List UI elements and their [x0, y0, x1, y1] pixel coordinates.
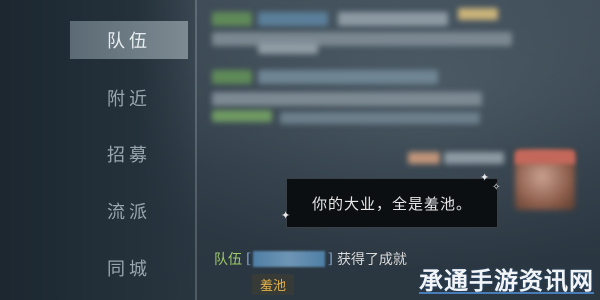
- chat-screen: 队伍 附近 招募 流派 同城 你的大业，全是羞池。 ✦ ✦ 队伍 [ ] 获得了…: [0, 0, 600, 300]
- chat-message-blurred: [444, 152, 504, 164]
- avatar-frame: [515, 150, 575, 164]
- bubble-corner-icon: ✦: [480, 171, 490, 184]
- sparkle-icon: ✧: [492, 182, 501, 193]
- chat-message-blurred: [212, 92, 482, 106]
- sidebar-divider: [195, 0, 197, 300]
- sidebar-item-team[interactable]: 队伍: [70, 21, 188, 59]
- chat-message-blurred: [280, 112, 480, 124]
- chat-message-blurred: [212, 110, 272, 122]
- channel-tag: 队伍: [214, 252, 242, 268]
- sidebar-item-faction[interactable]: 流派: [70, 192, 188, 230]
- chat-channel-sidebar: 队伍 附近 招募 流派 同城: [0, 0, 195, 300]
- chat-message-blurred: [458, 8, 498, 20]
- chat-bubble: 你的大业，全是羞池。: [286, 178, 498, 228]
- chat-message-blurred: [258, 70, 438, 84]
- chat-message-blurred: [338, 12, 448, 26]
- chat-message-blurred: [212, 12, 252, 26]
- system-message: 队伍 [ ] 获得了成就: [214, 248, 407, 270]
- chat-bubble-text: 你的大业，全是羞池。: [311, 194, 472, 213]
- system-message-text: 获得了成就: [336, 252, 407, 268]
- player-name-blurred[interactable]: [253, 251, 326, 267]
- chat-message-blurred: [212, 32, 512, 46]
- chat-message-blurred: [212, 70, 252, 84]
- sidebar-item-same-city[interactable]: 同城: [70, 249, 188, 287]
- site-watermark: 承通手游资讯网: [419, 261, 594, 296]
- chat-message-blurred: [408, 152, 440, 164]
- sidebar-item-nearby[interactable]: 附近: [70, 79, 188, 117]
- bracket-open: [: [246, 251, 252, 267]
- chat-message-blurred: [258, 42, 318, 54]
- achievement-link[interactable]: 羞池: [252, 274, 295, 295]
- bubble-corner-icon: ✦: [281, 209, 291, 222]
- bracket-close: ]: [327, 251, 333, 267]
- sidebar-item-recruit[interactable]: 招募: [70, 135, 188, 173]
- chat-message-blurred: [258, 12, 328, 26]
